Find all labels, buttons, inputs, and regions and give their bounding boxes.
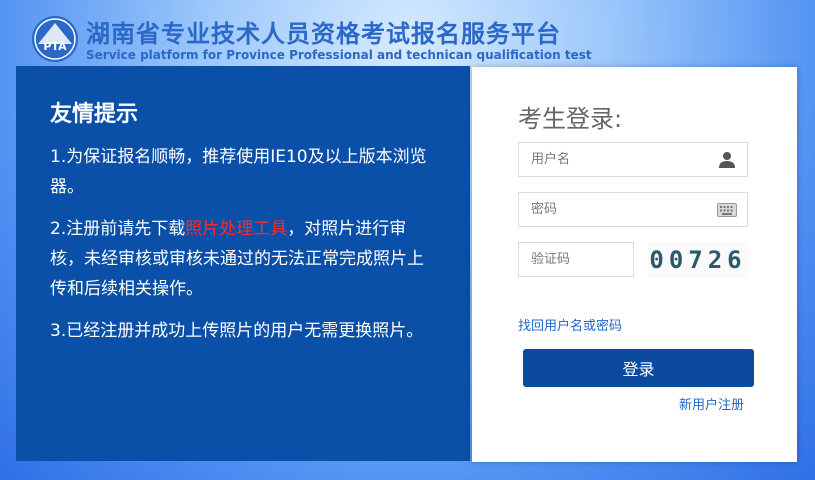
- notice-item-2-prefix: 2.注册前请先下载: [50, 219, 186, 239]
- password-field: [518, 192, 748, 227]
- username-input[interactable]: [519, 143, 747, 176]
- notice-panel: 友情提示 1.为保证报名顺畅，推荐使用IE10及以上版本浏览器。 2.注册前请先…: [16, 66, 470, 461]
- logo-text: PTA: [43, 40, 67, 53]
- site-header: PTA 湖南省专业技术人员资格考试报名服务平台 Service platform…: [30, 8, 790, 64]
- photo-tool-link[interactable]: 照片处理工具: [185, 219, 287, 239]
- keyboard-icon[interactable]: [717, 201, 737, 219]
- page-title: 湖南省专业技术人员资格考试报名服务平台: [86, 20, 561, 48]
- notice-item-1: 1.为保证报名顺畅，推荐使用IE10及以上版本浏览器。: [50, 147, 427, 197]
- notice-list: 1.为保证报名顺畅，推荐使用IE10及以上版本浏览器。 2.注册前请先下载照片处…: [50, 142, 436, 346]
- captcha-field: [518, 242, 634, 277]
- login-panel: 考生登录: 00726 找回用户名或密码 登录 新用户注册: [472, 67, 797, 462]
- notice-item-2: 2.注册前请先下载照片处理工具，对照片进行审核，未经审核或审核未通过的无法正常完…: [50, 214, 436, 304]
- page-subtitle: Service platform for Province Profession…: [86, 48, 592, 62]
- register-link[interactable]: 新用户注册: [679, 394, 744, 413]
- captcha-input[interactable]: [519, 243, 633, 276]
- pta-logo-icon: PTA: [32, 16, 78, 62]
- forgot-password-link[interactable]: 找回用户名或密码: [518, 315, 622, 334]
- notice-title: 友情提示: [50, 102, 139, 127]
- captcha-image[interactable]: 00726: [648, 241, 748, 279]
- user-icon: [719, 152, 735, 168]
- notice-item-3: 3.已经注册并成功上传照片的用户无需更换照片。: [50, 321, 424, 341]
- login-button[interactable]: 登录: [523, 349, 754, 387]
- login-title: 考生登录:: [518, 105, 623, 133]
- username-field: [518, 142, 748, 177]
- password-input[interactable]: [519, 193, 747, 226]
